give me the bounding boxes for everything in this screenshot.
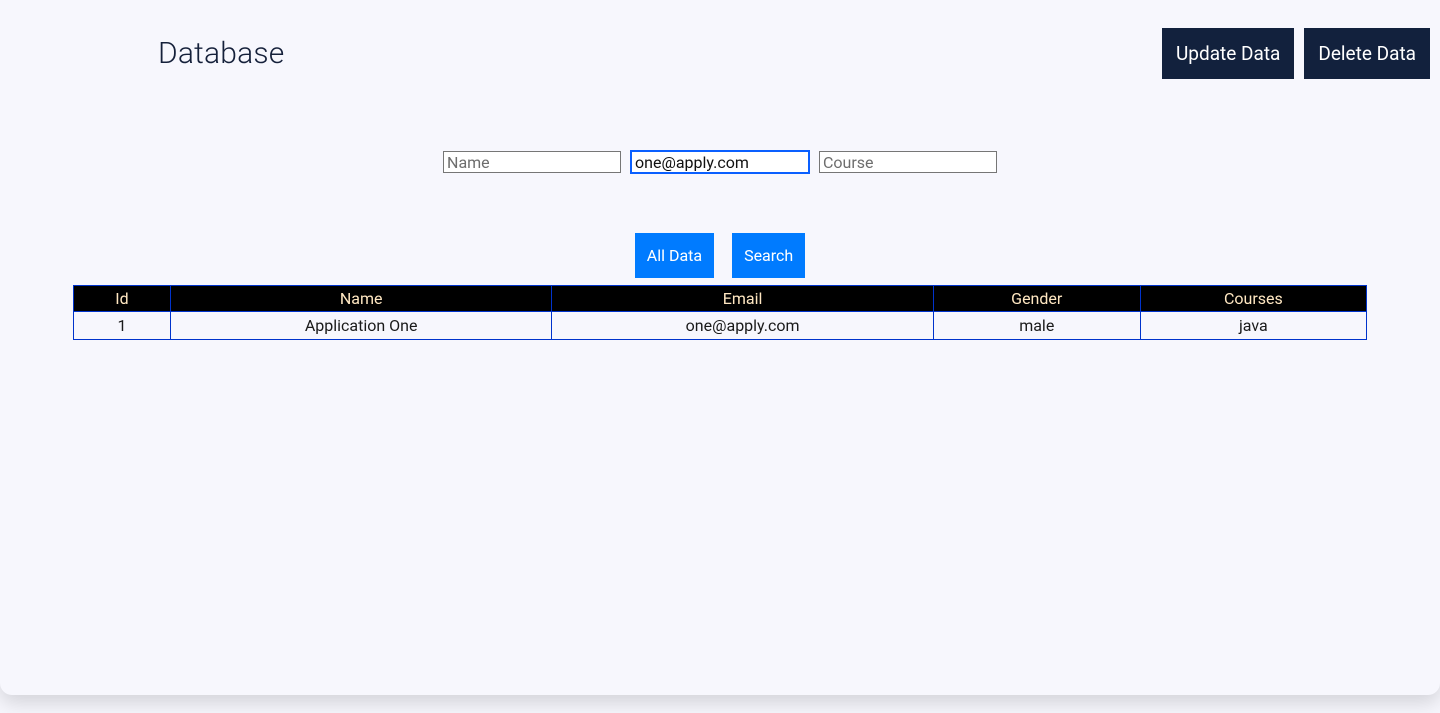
col-header-gender: Gender [933, 286, 1140, 312]
cell-gender: male [933, 312, 1140, 340]
cell-name: Application One [170, 312, 551, 340]
name-input[interactable] [443, 151, 621, 173]
page-title: Database [158, 36, 285, 71]
all-data-button[interactable]: All Data [635, 233, 714, 278]
header-buttons: Update Data Delete Data [1162, 28, 1430, 79]
action-row: All Data Search [0, 233, 1440, 278]
email-input[interactable] [631, 151, 809, 173]
cell-id: 1 [74, 312, 171, 340]
page-container: Database Update Data Delete Data All Dat… [0, 0, 1440, 695]
col-header-name: Name [170, 286, 551, 312]
results-table-wrap: Id Name Email Gender Courses 1 Applicati… [73, 285, 1367, 340]
update-data-button[interactable]: Update Data [1162, 28, 1294, 79]
header: Database Update Data Delete Data [0, 0, 1440, 79]
course-input[interactable] [819, 151, 997, 173]
col-header-courses: Courses [1140, 286, 1366, 312]
cell-email: one@apply.com [552, 312, 933, 340]
search-row [0, 151, 1440, 173]
results-table: Id Name Email Gender Courses 1 Applicati… [73, 285, 1367, 340]
delete-data-button[interactable]: Delete Data [1304, 28, 1430, 79]
search-button[interactable]: Search [732, 233, 805, 278]
table-header-row: Id Name Email Gender Courses [74, 286, 1367, 312]
col-header-id: Id [74, 286, 171, 312]
cell-courses: java [1140, 312, 1366, 340]
table-row[interactable]: 1 Application One one@apply.com male jav… [74, 312, 1367, 340]
col-header-email: Email [552, 286, 933, 312]
